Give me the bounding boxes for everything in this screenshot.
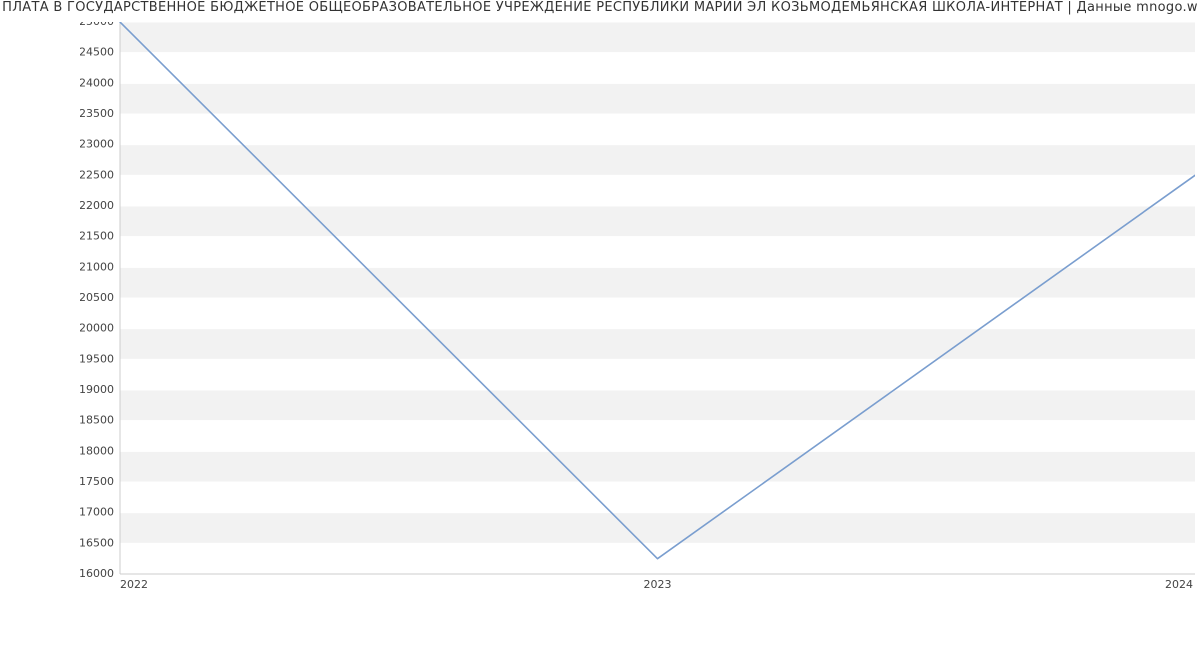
y-tick-label: 17000 [80, 506, 114, 519]
y-tick-label: 18500 [80, 414, 114, 427]
y-tick-label: 24000 [80, 76, 114, 89]
x-tick-label: 2022 [120, 578, 148, 591]
y-tick-label: 19000 [80, 383, 114, 396]
plot-area: 16000 16500 17000 17500 18000 18500 19000 19500… [80, 22, 1195, 592]
y-tick-label: 17500 [80, 475, 114, 488]
x-tick-label: 2023 [644, 578, 672, 591]
x-tick-label: 2024 [1165, 578, 1193, 591]
y-tick-label: 21000 [80, 260, 114, 273]
y-tick-label: 18000 [80, 444, 114, 457]
y-tick-label: 22000 [80, 199, 114, 212]
chart-svg: 16000 16500 17000 17500 18000 18500 19000 19500… [80, 22, 1195, 592]
y-tick-label: 23500 [80, 107, 114, 120]
y-tick-label: 21500 [80, 230, 114, 243]
chart-title: ПЛАТА В ГОСУДАРСТВЕННОЕ БЮДЖЕТНОЕ ОБЩЕОБ… [0, 0, 1200, 18]
y-tick-label: 23000 [80, 138, 114, 151]
y-tick-label: 19500 [80, 352, 114, 365]
y-tick-label: 25000 [80, 22, 114, 28]
y-tick-label: 16000 [80, 567, 114, 580]
y-tick-label: 20000 [80, 322, 114, 335]
chart-container: ПЛАТА В ГОСУДАРСТВЕННОЕ БЮДЖЕТНОЕ ОБЩЕОБ… [0, 0, 1200, 650]
y-tick-label: 22500 [80, 168, 114, 181]
y-tick-label: 20500 [80, 291, 114, 304]
y-tick-label: 16500 [80, 536, 114, 549]
y-tick-label: 24500 [80, 46, 114, 59]
